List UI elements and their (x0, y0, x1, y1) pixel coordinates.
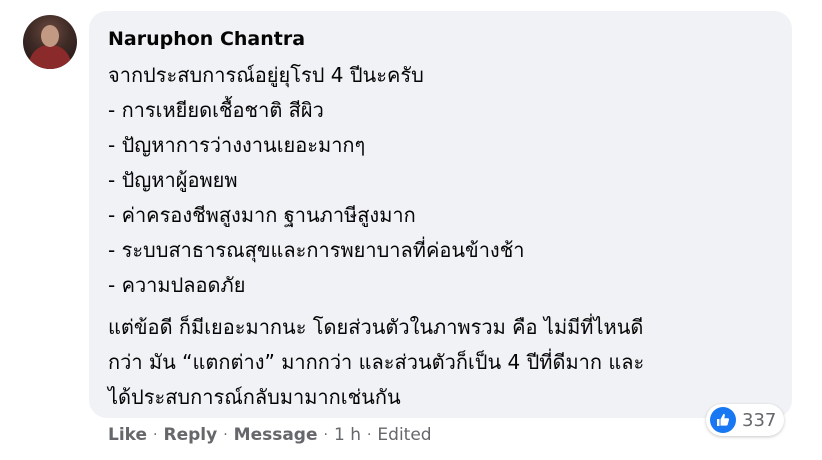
comment: Naruphon Chantra จากประสบการณ์อยู่ยุโรป … (0, 0, 822, 460)
comment-bubble: Naruphon Chantra จากประสบการณ์อยู่ยุโรป … (89, 11, 792, 418)
comment-line: - ปัญหาการว่างงานเยอะมากๆ (108, 133, 366, 157)
separator-dot: · (153, 427, 158, 443)
comment-line: กว่า มัน “แตกต่าง” มากกว่า และส่วนตัวก็เ… (108, 350, 645, 374)
comment-line: แต่ข้อดี ก็มีเยอะมากนะ โดยส่วนตัวในภาพรว… (108, 315, 644, 339)
avatar-head (41, 25, 59, 47)
comment-line: ได้ประสบการณ์กลับมามากเช่นกัน (108, 385, 401, 409)
comment-line: - ค่าครองชีพสูงมาก ฐานภาษีสูงมาก (108, 203, 416, 227)
comment-line: - การเหยียดเชื้อชาติ สีผิว (108, 98, 324, 122)
separator-dot: · (323, 427, 328, 443)
comment-author[interactable]: Naruphon Chantra (108, 28, 305, 50)
like-thumb-icon (710, 407, 736, 433)
comment-line: จากประสบการณ์อยู่ยุโรป 4 ปีนะครับ (108, 63, 424, 87)
reply-button[interactable]: Reply (164, 425, 218, 445)
avatar-shirt (29, 45, 71, 69)
reaction-summary[interactable]: 337 (706, 404, 785, 436)
comment-actions: Like · Reply · Message · 1 h · Edited (108, 425, 432, 445)
timestamp[interactable]: 1 h (334, 425, 361, 445)
edited-label[interactable]: Edited (377, 425, 431, 445)
avatar[interactable] (23, 15, 77, 69)
message-button[interactable]: Message (234, 425, 318, 445)
comment-line: - ปัญหาผู้อพยพ (108, 168, 238, 192)
separator-dot: · (366, 427, 372, 443)
like-button[interactable]: Like (108, 425, 147, 445)
reaction-count: 337 (742, 409, 777, 431)
comment-line: - ระบบสาธารณสุขและการพยาบาลที่ค่อนข้างช้… (108, 238, 525, 262)
separator-dot: · (223, 427, 228, 443)
comment-line: - ความปลอดภัย (108, 273, 246, 297)
